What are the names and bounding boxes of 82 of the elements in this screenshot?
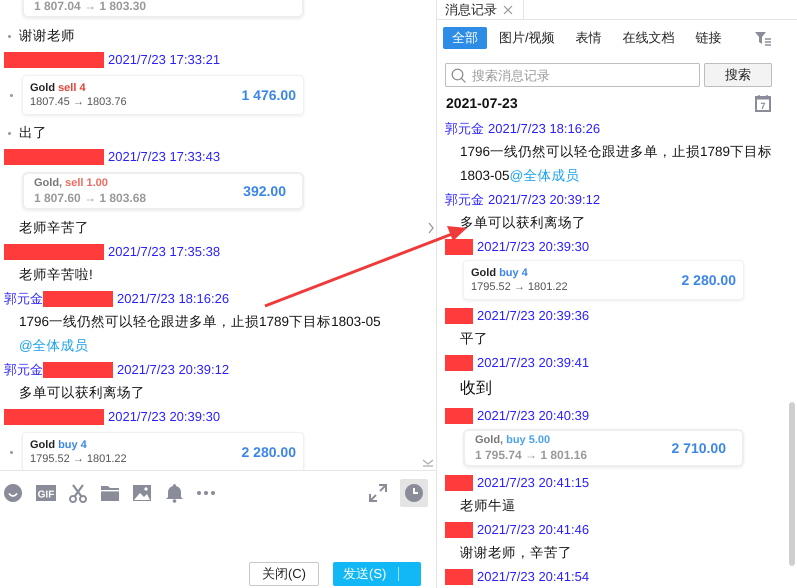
image-icon[interactable] bbox=[132, 484, 152, 502]
filter-icon[interactable] bbox=[754, 30, 772, 46]
filter-tab[interactable]: 在线文档 bbox=[616, 27, 682, 49]
asset-name: Gold bbox=[471, 267, 496, 279]
price-route: 1795.52 → 1801.22 bbox=[30, 453, 127, 465]
price-route: 1 807.04 → 1 803.30 bbox=[34, 0, 146, 13]
order-label: buy 4 bbox=[58, 439, 87, 451]
message-text: 谢谢老师，辛苦了 bbox=[460, 544, 572, 562]
clock-icon[interactable] bbox=[404, 483, 424, 503]
filter-tab[interactable]: 表情 bbox=[568, 27, 609, 49]
message-time: 2021/7/23 17:33:43 bbox=[108, 149, 220, 164]
message-text: 老师牛逼 bbox=[460, 497, 516, 515]
message-time: 2021/7/23 20:39:12 bbox=[117, 362, 230, 377]
search-button[interactable]: 搜索 bbox=[704, 63, 772, 87]
date-heading: 2021-07-23 bbox=[446, 95, 518, 111]
order-label: sell 4 bbox=[58, 82, 86, 94]
filter-tab[interactable]: 图片/视频 bbox=[492, 27, 562, 49]
message-text: 1796一线仍然可以轻仓跟进多单，止损1789下目标1803-05@全体成员 bbox=[460, 143, 774, 185]
trade-card[interactable]: Gold sell 4 1807.45 → 1803.76 1 476.00 bbox=[22, 75, 304, 115]
order-label: buy 4 bbox=[499, 267, 528, 279]
asset-name: Gold bbox=[30, 439, 56, 451]
message-text: 多单可以获利离场了 bbox=[19, 384, 145, 402]
message-time: 2021/7/23 20:41:15 bbox=[477, 475, 590, 490]
search-field[interactable]: 搜索消息记录 bbox=[445, 63, 700, 87]
message-text: 出了 bbox=[19, 124, 47, 142]
message-time: 2021/7/23 18:16:26 bbox=[117, 291, 230, 306]
expand-icon[interactable] bbox=[368, 483, 388, 503]
scrollbar[interactable] bbox=[789, 402, 795, 566]
history-button[interactable] bbox=[400, 479, 428, 507]
message-time: 2021/7/23 18:16:26 bbox=[488, 121, 600, 136]
close-icon[interactable] bbox=[503, 4, 513, 14]
profit-amount: 392.00 bbox=[243, 183, 286, 199]
sender-name: 郭元金 bbox=[445, 190, 484, 208]
search-icon bbox=[451, 68, 466, 83]
message-time: 2021/7/23 17:33:21 bbox=[108, 52, 220, 67]
asset-name: Gold bbox=[30, 82, 56, 94]
filter-tab[interactable]: 全部 bbox=[443, 27, 487, 49]
smiley-icon[interactable] bbox=[3, 483, 23, 503]
message-time: 2021/7/23 20:41:46 bbox=[477, 522, 590, 537]
order-label: sell 1.00 bbox=[65, 177, 108, 189]
price-route: 1807.45 → 1803.76 bbox=[30, 96, 127, 108]
sender-name: 郭元金 bbox=[4, 290, 43, 308]
message-time: 2021/7/23 20:39:30 bbox=[108, 409, 220, 424]
history-tab[interactable]: 消息记录 bbox=[437, 0, 524, 19]
price-route: 1 807.60 → 1 803.68 bbox=[34, 191, 146, 205]
trade-card[interactable]: Gold buy 4 1795.52 → 1801.22 2 280.00 bbox=[22, 432, 304, 470]
message-time: 2021/7/23 20:39:41 bbox=[477, 355, 590, 370]
price-route: 1 795.74 → 1 801.16 bbox=[475, 448, 588, 462]
sender-name: 郭元金 bbox=[445, 120, 484, 138]
sender-name: 郭元金 bbox=[4, 360, 43, 378]
tab-title: 消息记录 bbox=[445, 0, 497, 18]
filter-tab[interactable]: 链接 bbox=[688, 27, 729, 49]
more-icon[interactable] bbox=[196, 490, 216, 496]
asset-name: Gold, bbox=[34, 177, 62, 189]
message-time: 2021/7/23 20:39:30 bbox=[477, 239, 590, 254]
message-time: 2021/7/23 20:40:39 bbox=[477, 408, 590, 423]
order-label: buy 5.00 bbox=[506, 434, 550, 446]
message-time: 2021/7/23 20:39:12 bbox=[488, 192, 600, 207]
message-text: 收到 bbox=[460, 379, 492, 399]
profit-amount: 2 710.00 bbox=[672, 440, 726, 456]
profit-amount: 1 476.00 bbox=[242, 87, 296, 103]
message-text: 谢谢老师 bbox=[19, 27, 75, 45]
chevron-right-icon[interactable] bbox=[427, 221, 435, 235]
asset-name: Gold, bbox=[475, 434, 504, 446]
message-time: 2021/7/23 20:39:36 bbox=[477, 308, 590, 323]
trade-card[interactable]: Gold, buy 5.00 1 795.74 → 1 801.16 2 710.00 bbox=[463, 429, 744, 467]
folder-icon[interactable] bbox=[100, 484, 120, 502]
price-route: 1795.52 → 1801.22 bbox=[471, 281, 568, 293]
message-text: 老师辛苦了 bbox=[19, 219, 89, 237]
profit-amount: 2 280.00 bbox=[682, 272, 736, 288]
bell-icon[interactable] bbox=[164, 483, 184, 503]
message-time: 2021/7/23 17:35:38 bbox=[108, 244, 220, 259]
trade-card[interactable]: Gold, sell 1.00 1 807.60 → 1 803.68 392.00 bbox=[22, 172, 304, 210]
message-time: 2021/7/23 20:41:54 bbox=[477, 569, 590, 584]
trade-card[interactable]: Gold buy 4 1795.52 → 1801.22 2 280.00 bbox=[463, 260, 744, 300]
message-text: 老师辛苦啦! bbox=[19, 266, 93, 284]
scissors-icon[interactable] bbox=[68, 484, 88, 502]
chevron-down-icon[interactable] bbox=[422, 458, 434, 467]
close-button[interactable]: 关闭(C) bbox=[249, 562, 319, 586]
message-text: 平了 bbox=[460, 330, 488, 348]
profit-amount: 2 280.00 bbox=[242, 444, 296, 460]
message-text: 1796一线仍然可以轻仓跟进多单，止损1789下目标1803-05 bbox=[19, 313, 381, 331]
